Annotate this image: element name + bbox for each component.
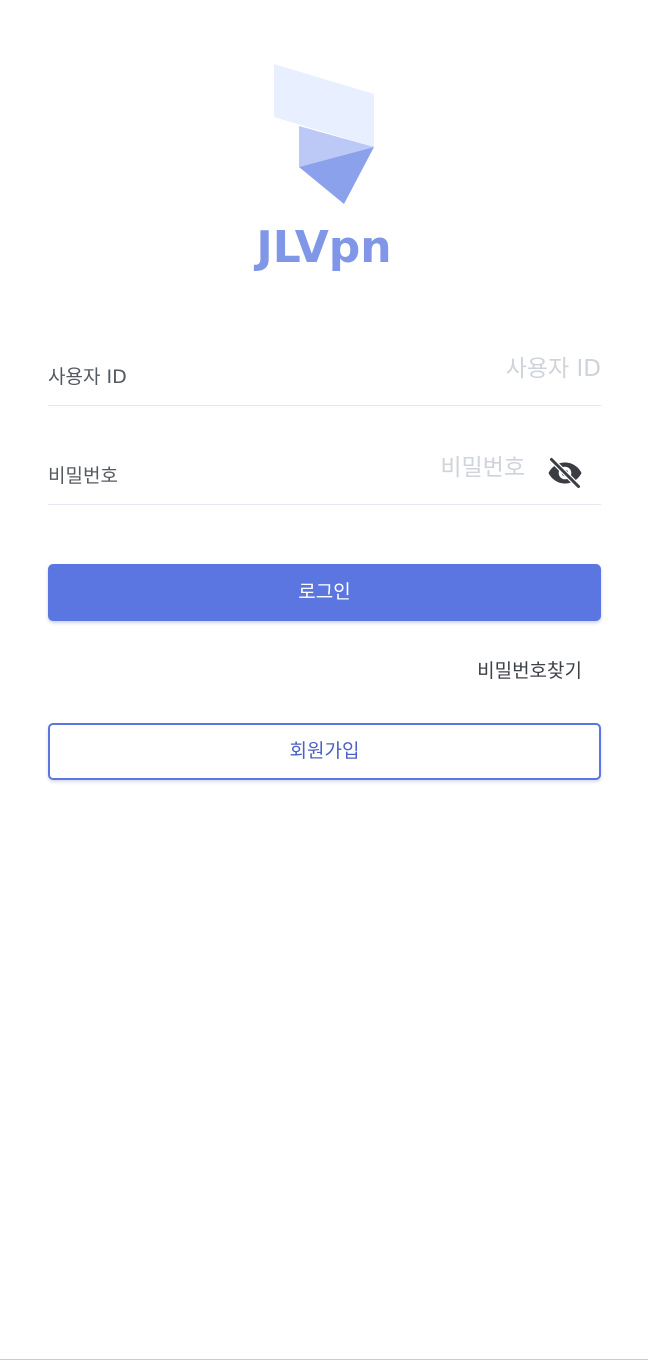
password-label: 비밀번호 bbox=[48, 465, 118, 487]
password-field: 비밀번호 bbox=[48, 443, 601, 505]
password-input[interactable] bbox=[265, 455, 525, 481]
login-button[interactable]: 로그인 bbox=[48, 564, 601, 621]
signup-button[interactable]: 회원가입 bbox=[48, 723, 601, 780]
find-password-link[interactable]: 비밀번호찾기 bbox=[477, 656, 582, 683]
eye-off-icon[interactable] bbox=[547, 455, 583, 491]
user-id-field: 사용자 ID bbox=[48, 344, 601, 406]
user-id-input[interactable] bbox=[341, 356, 601, 382]
app-name: JLVpn bbox=[256, 222, 392, 273]
jlvpn-logo-icon bbox=[274, 64, 374, 204]
user-id-label: 사용자 ID bbox=[48, 366, 127, 388]
